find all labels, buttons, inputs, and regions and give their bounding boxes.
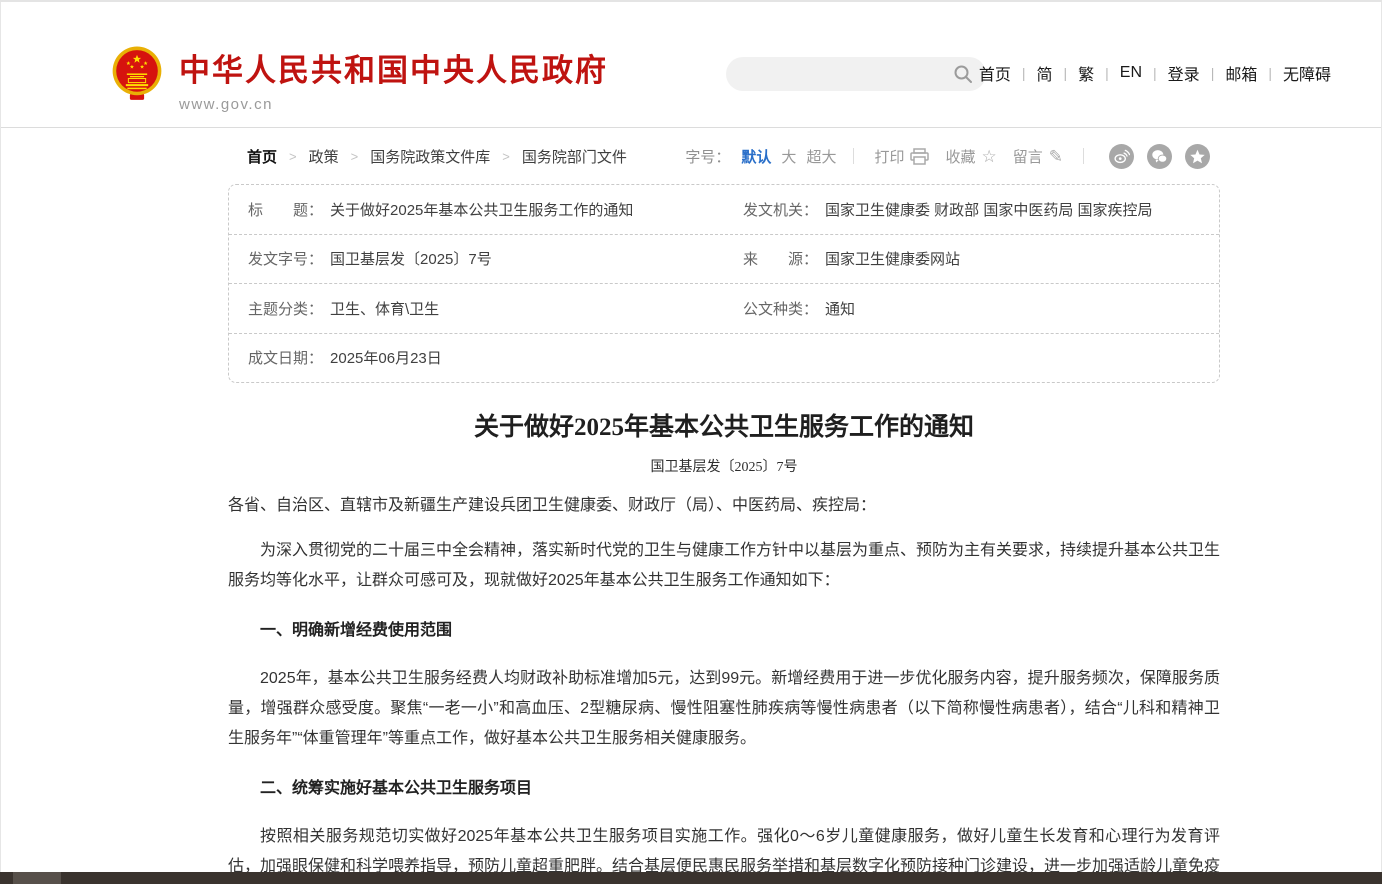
footer-strip-segment bbox=[13, 872, 61, 884]
article-title: 关于做好2025年基本公共卫生服务工作的通知 bbox=[228, 407, 1220, 443]
print-label: 打印 bbox=[874, 146, 904, 167]
site-header: 中华人民共和国中央人民政府 www.gov.cn 首页|简|繁|EN|登录|邮箱… bbox=[0, 2, 1382, 128]
wechat-share-button[interactable] bbox=[1147, 144, 1172, 169]
site-url[interactable]: www.gov.cn bbox=[179, 96, 608, 113]
nav-simplified[interactable]: 简 bbox=[1025, 61, 1063, 85]
content-column: 首页 > 政策 > 国务院政策文件库 > 国务院部门文件 字号： 默认 大 超大 打印 收藏 bbox=[228, 128, 1220, 884]
meta-label: 发文机关： bbox=[743, 199, 818, 220]
favorite-button[interactable]: 收藏 ☆ bbox=[945, 146, 996, 167]
wechat-icon bbox=[1151, 148, 1168, 165]
toolbar-divider bbox=[1083, 148, 1084, 164]
meta-cell: 公文种类： 通知 bbox=[724, 298, 1219, 319]
comment-label: 留言 bbox=[1013, 146, 1043, 167]
meta-value: 国卫基层发〔2025〕7号 bbox=[330, 248, 492, 269]
meta-row: 主题分类： 卫生、体育\卫生 公文种类： 通知 bbox=[229, 284, 1219, 334]
qzone-share-button[interactable] bbox=[1185, 144, 1210, 169]
nav-login[interactable]: 登录 bbox=[1157, 61, 1211, 85]
national-emblem-logo bbox=[111, 44, 163, 110]
nav-home[interactable]: 首页 bbox=[968, 61, 1022, 85]
printer-icon bbox=[910, 148, 929, 165]
nav-english[interactable]: EN bbox=[1109, 64, 1153, 82]
toolbar-divider bbox=[853, 148, 854, 164]
section-heading: 一、明确新增经费使用范围 bbox=[228, 616, 1220, 646]
font-size-large[interactable]: 大 bbox=[781, 146, 796, 167]
brand-block: 中华人民共和国中央人民政府 www.gov.cn bbox=[179, 45, 608, 113]
pencil-icon: ✎ bbox=[1049, 148, 1063, 165]
print-button[interactable]: 打印 bbox=[874, 146, 929, 167]
breadcrumb-toolbar-row: 首页 > 政策 > 国务院政策文件库 > 国务院部门文件 字号： 默认 大 超大 打印 收藏 bbox=[228, 128, 1220, 184]
breadcrumb-item-1[interactable]: 政策 bbox=[309, 146, 339, 167]
breadcrumb-item-3[interactable]: 国务院部门文件 bbox=[522, 146, 627, 167]
font-size-default[interactable]: 默认 bbox=[741, 146, 771, 167]
meta-label: 来 源： bbox=[743, 248, 818, 269]
page: 中华人民共和国中央人民政府 www.gov.cn 首页|简|繁|EN|登录|邮箱… bbox=[0, 0, 1382, 884]
meta-label: 标 题： bbox=[248, 199, 323, 220]
section-heading: 二、统筹实施好基本公共卫生服务项目 bbox=[228, 774, 1220, 804]
search-input[interactable] bbox=[726, 57, 986, 91]
meta-value: 卫生、体育\卫生 bbox=[330, 298, 439, 319]
site-title: 中华人民共和国中央人民政府 bbox=[179, 45, 608, 90]
nav-mail[interactable]: 邮箱 bbox=[1214, 61, 1268, 85]
meta-cell: 发文机关： 国家卫生健康委 财政部 国家中医药局 国家疾控局 bbox=[724, 199, 1219, 220]
breadcrumb: 首页 > 政策 > 国务院政策文件库 > 国务院部门文件 bbox=[247, 146, 627, 167]
meta-value: 通知 bbox=[825, 298, 855, 319]
nav-traditional[interactable]: 繁 bbox=[1067, 61, 1105, 85]
meta-label: 公文种类： bbox=[743, 298, 818, 319]
meta-label: 发文字号： bbox=[248, 248, 323, 269]
weibo-icon bbox=[1113, 148, 1130, 165]
top-nav: 首页|简|繁|EN|登录|邮箱|无障碍 bbox=[968, 61, 1342, 85]
article-paragraph: 2025年，基本公共卫生服务经费人均财政补助标准增加5元，达到99元。新增经费用… bbox=[228, 664, 1220, 754]
meta-value: 国家卫生健康委网站 bbox=[825, 248, 960, 269]
breadcrumb-separator: > bbox=[351, 149, 359, 164]
font-size-xlarge[interactable]: 超大 bbox=[806, 146, 836, 167]
meta-cell: 主题分类： 卫生、体育\卫生 bbox=[229, 298, 724, 319]
meta-row: 标 题： 关于做好2025年基本公共卫生服务工作的通知 发文机关： 国家卫生健康委 财… bbox=[229, 185, 1219, 235]
meta-cell: 标 题： 关于做好2025年基本公共卫生服务工作的通知 bbox=[229, 199, 724, 220]
page-tools: 字号： 默认 大 超大 打印 收藏 ☆ 留 bbox=[685, 144, 1210, 169]
footer-strip bbox=[0, 872, 1382, 884]
comment-button[interactable]: 留言 ✎ bbox=[1013, 146, 1063, 167]
meta-label: 成文日期： bbox=[248, 347, 323, 368]
article-body: 各省、自治区、直辖市及新疆生产建设兵团卫生健康委、财政厅（局）、中医药局、疾控局… bbox=[228, 491, 1220, 884]
meta-value: 国家卫生健康委 财政部 国家中医药局 国家疾控局 bbox=[825, 199, 1153, 220]
salutation-line: 各省、自治区、直辖市及新疆生产建设兵团卫生健康委、财政厅（局）、中医药局、疾控局… bbox=[228, 491, 1220, 521]
meta-row: 发文字号： 国卫基层发〔2025〕7号 来 源： 国家卫生健康委网站 bbox=[229, 235, 1219, 285]
meta-row: 成文日期： 2025年06月23日 bbox=[229, 334, 1219, 383]
meta-value: 2025年06月23日 bbox=[330, 347, 442, 368]
doc-number: 国卫基层发〔2025〕7号 bbox=[228, 456, 1220, 476]
breadcrumb-item-2[interactable]: 国务院政策文件库 bbox=[370, 146, 490, 167]
star-icon: ☆ bbox=[981, 148, 996, 165]
breadcrumb-separator: > bbox=[289, 149, 297, 164]
meta-cell: 来 源： 国家卫生健康委网站 bbox=[724, 248, 1219, 269]
favorite-label: 收藏 bbox=[945, 146, 975, 167]
meta-value: 关于做好2025年基本公共卫生服务工作的通知 bbox=[330, 199, 633, 220]
breadcrumb-separator: > bbox=[502, 149, 510, 164]
breadcrumb-item-0[interactable]: 首页 bbox=[247, 146, 277, 167]
search-box bbox=[726, 57, 986, 91]
meta-cell: 发文字号： 国卫基层发〔2025〕7号 bbox=[229, 248, 724, 269]
doc-meta-table: 标 题： 关于做好2025年基本公共卫生服务工作的通知 发文机关： 国家卫生健康委 财… bbox=[228, 184, 1220, 383]
nav-accessibility[interactable]: 无障碍 bbox=[1272, 61, 1342, 85]
weibo-share-button[interactable] bbox=[1109, 144, 1134, 169]
meta-label: 主题分类： bbox=[248, 298, 323, 319]
qzone-icon bbox=[1189, 148, 1206, 165]
meta-cell: 成文日期： 2025年06月23日 bbox=[229, 347, 724, 368]
article-paragraph: 为深入贯彻党的二十届三中全会精神，落实新时代党的卫生与健康工作方针中以基层为重点… bbox=[228, 536, 1220, 596]
font-size-label: 字号： bbox=[685, 146, 730, 167]
